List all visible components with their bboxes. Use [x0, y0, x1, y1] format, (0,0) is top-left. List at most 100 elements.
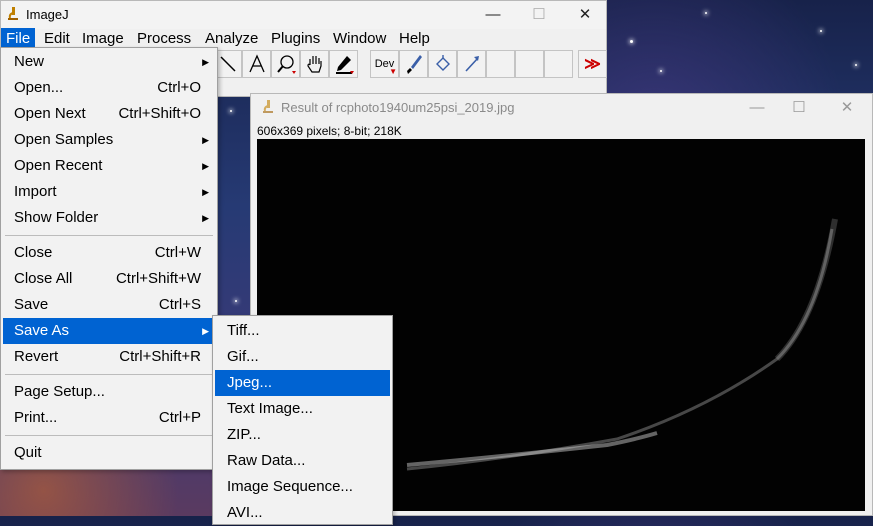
menu-separator [5, 435, 213, 436]
menu-separator [5, 374, 213, 375]
shortcut-label: Ctrl+W [154, 244, 201, 261]
menu-window[interactable]: Window [328, 28, 391, 49]
menu-plugins[interactable]: Plugins [266, 28, 325, 49]
menu-image[interactable]: Image [77, 28, 129, 49]
magnifier-icon [276, 55, 296, 74]
flood-fill-tool-button[interactable] [428, 50, 457, 78]
menu-item-label: Close All [14, 270, 73, 287]
menu-item-print[interactable]: Print... Ctrl+P [3, 405, 215, 431]
menu-item-label: Open Samples [14, 131, 114, 148]
submenu-arrow-icon: ▶ [202, 57, 209, 67]
menu-item-new[interactable]: New ▶ [3, 49, 215, 75]
shortcut-label: Ctrl+Shift+R [119, 348, 201, 365]
menu-edit[interactable]: Edit [39, 28, 75, 49]
dev-menu-button[interactable]: Dev ▼ [370, 50, 399, 78]
shortcut-label: Ctrl+S [158, 296, 201, 313]
image-info: 606x369 pixels; 8-bit; 218K [257, 124, 402, 138]
minimize-button[interactable]: — [734, 96, 780, 120]
brush-tool-button[interactable] [399, 50, 428, 78]
menu-analyze[interactable]: Analyze [200, 28, 263, 49]
menu-item-text-image[interactable]: Text Image... [215, 396, 390, 422]
menu-bar: File Edit Image Process Analyze Plugins … [1, 28, 606, 49]
image-window-title-bar[interactable]: Result of rcphoto1940um25psi_2019.jpg — … [251, 94, 872, 122]
line-icon [219, 56, 236, 72]
menu-item-label: Open... [14, 79, 64, 96]
menu-item-close-all[interactable]: Close All Ctrl+Shift+W [3, 266, 215, 292]
empty-tool-slot[interactable] [544, 50, 573, 78]
microscope-icon [263, 100, 273, 113]
menu-item-label: Import [14, 183, 57, 200]
menu-file[interactable]: File [1, 28, 36, 49]
empty-tool-slot[interactable] [515, 50, 544, 78]
menu-item-revert[interactable]: Revert Ctrl+Shift+R [3, 344, 215, 370]
submenu-arrow-icon: ▶ [202, 135, 209, 145]
title-bar[interactable]: ImageJ — ☐ ✕ [1, 1, 606, 29]
menu-item-close[interactable]: Close Ctrl+W [3, 240, 215, 266]
window-title: ImageJ [26, 7, 69, 22]
menu-item-import[interactable]: Import ▶ [3, 179, 215, 205]
empty-tool-slot[interactable] [486, 50, 515, 78]
hand-tool-button[interactable] [300, 50, 329, 78]
shortcut-label: Ctrl+Shift+W [115, 270, 201, 287]
menu-item-zip[interactable]: ZIP... [215, 422, 390, 448]
menu-item-jpeg[interactable]: Jpeg... [215, 370, 390, 396]
maximize-button[interactable]: ☐ [516, 3, 562, 27]
shortcut-label: Ctrl+Shift+O [118, 105, 201, 122]
text-icon [248, 54, 265, 73]
save-as-submenu: Tiff... Gif... Jpeg... Text Image... ZIP… [212, 315, 393, 525]
menu-item-tiff[interactable]: Tiff... [215, 318, 390, 344]
hand-icon [306, 56, 322, 73]
menu-item-open[interactable]: Open... Ctrl+O [3, 75, 215, 101]
menu-item-page-setup[interactable]: Page Setup... [3, 379, 215, 405]
shortcut-label: Ctrl+O [157, 79, 201, 96]
brush-icon [406, 55, 422, 74]
menu-item-label: Open Recent [14, 157, 103, 174]
menu-item-label: Save [14, 296, 49, 313]
submenu-arrow-icon: ▶ [202, 161, 209, 171]
menu-item-show-folder[interactable]: Show Folder ▶ [3, 205, 215, 231]
color-picker-icon [335, 56, 354, 74]
menu-item-gif[interactable]: Gif... [215, 344, 390, 370]
shortcut-label: Ctrl+P [158, 409, 201, 426]
menu-item-label: Revert [14, 348, 59, 365]
dropdown-triangle-icon: ▼ [389, 67, 397, 76]
more-tools-button[interactable]: ≫ [578, 50, 607, 78]
double-arrow-icon: ≫ [584, 56, 601, 73]
menu-item-label: Save As [14, 322, 70, 339]
file-menu: New ▶ Open... Ctrl+O Open Next Ctrl+Shift+O… [0, 47, 218, 470]
menu-item-save[interactable]: Save Ctrl+S [3, 292, 215, 318]
menu-help[interactable]: Help [394, 28, 435, 49]
image-window-title: Result of rcphoto1940um25psi_2019.jpg [281, 100, 515, 115]
close-button[interactable]: ✕ [562, 3, 608, 27]
close-button[interactable]: ✕ [824, 96, 870, 120]
submenu-arrow-icon: ▶ [202, 326, 209, 336]
menu-item-image-sequence[interactable]: Image Sequence... [215, 474, 390, 500]
text-tool-button[interactable] [242, 50, 271, 78]
flood-fill-icon [435, 55, 450, 71]
menu-item-label: Open Next [14, 105, 86, 122]
menu-item-quit[interactable]: Quit [3, 440, 215, 466]
menu-process[interactable]: Process [132, 28, 196, 49]
menu-item-save-as[interactable]: Save As ▶ [3, 318, 215, 344]
submenu-arrow-icon: ▶ [202, 187, 209, 197]
menu-item-avi[interactable]: AVI... [215, 500, 390, 526]
menu-item-label: Print... [14, 409, 58, 426]
menu-item-label: Page Setup... [14, 383, 105, 400]
menu-item-label: New [14, 53, 45, 70]
arrow-icon [464, 56, 479, 72]
menu-item-raw-data[interactable]: Raw Data... [215, 448, 390, 474]
menu-item-open-samples[interactable]: Open Samples ▶ [3, 127, 215, 153]
arrow-tool-button[interactable] [457, 50, 486, 78]
menu-item-open-recent[interactable]: Open Recent ▶ [3, 153, 215, 179]
minimize-button[interactable]: — [470, 3, 516, 27]
maximize-button[interactable]: ☐ [776, 96, 822, 120]
microscope-icon [8, 7, 18, 20]
menu-item-open-next[interactable]: Open Next Ctrl+Shift+O [3, 101, 215, 127]
submenu-arrow-icon: ▶ [202, 213, 209, 223]
menu-item-label: Close [14, 244, 53, 261]
magnifier-tool-button[interactable] [271, 50, 300, 78]
menu-item-label: Quit [14, 444, 42, 461]
color-picker-tool-button[interactable] [329, 50, 358, 78]
menu-item-label: Show Folder [14, 209, 99, 226]
menu-separator [5, 235, 213, 236]
